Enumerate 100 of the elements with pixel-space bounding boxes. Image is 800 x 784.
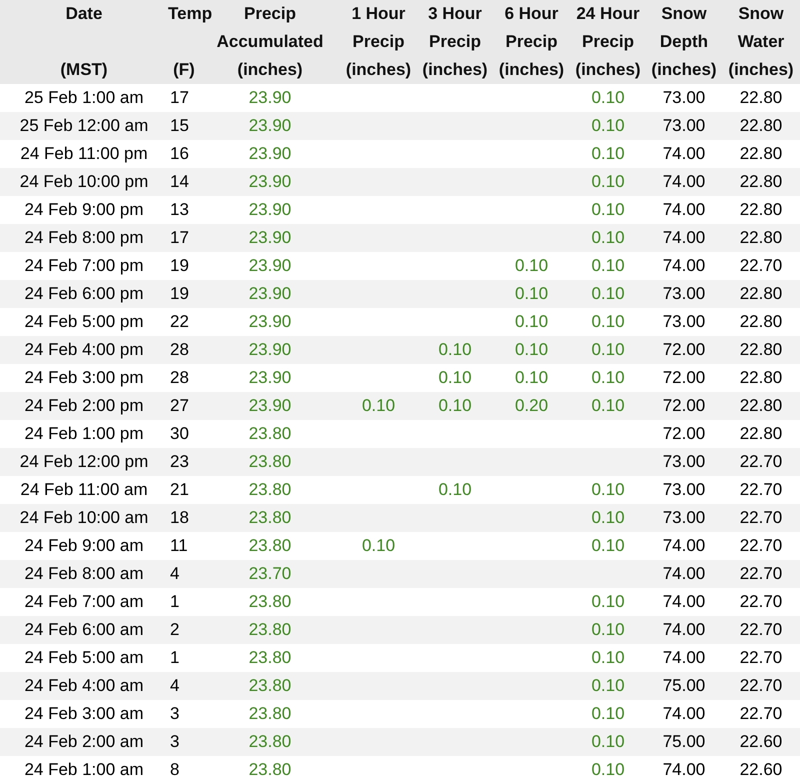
- column-header: Precip: [244, 4, 296, 23]
- table-cell: 0.10: [591, 760, 625, 779]
- table-cell: 73.00: [662, 284, 706, 303]
- table-cell: 73.00: [662, 116, 706, 135]
- table-cell: 0.10: [591, 340, 625, 359]
- table-cell: 22.80: [740, 340, 782, 359]
- table-cell: 23: [170, 452, 189, 471]
- table-cell: 24 Feb 11:00 am: [20, 480, 148, 499]
- table-cell: 24 Feb 7:00 am: [24, 592, 144, 611]
- table-cell: 23.90: [248, 172, 292, 191]
- table-cell: 22.80: [740, 116, 782, 135]
- table-cell: 22.80: [740, 396, 782, 415]
- table-cell: 72.00: [662, 340, 706, 359]
- table-cell: 11: [170, 536, 188, 555]
- table-cell: 22.70: [740, 536, 782, 555]
- table-cell: 0.10: [514, 284, 548, 303]
- table-cell: 0.10: [438, 340, 472, 359]
- table-cell: 72.00: [662, 368, 706, 387]
- table-cell: 73.00: [662, 452, 706, 471]
- table-cell: 72.00: [662, 396, 706, 415]
- table-cell: 22.70: [740, 592, 782, 611]
- table-cell: 28: [170, 340, 189, 359]
- column-header: Depth: [660, 32, 708, 51]
- table-cell: 23.80: [248, 592, 292, 611]
- table-cell: 23.90: [248, 368, 292, 387]
- table-cell: 0.10: [591, 676, 625, 695]
- table-cell: 22.80: [740, 368, 782, 387]
- table-cell: 0.10: [362, 396, 396, 415]
- table-cell: 24 Feb 3:00 pm: [24, 368, 144, 387]
- table-cell: 23.90: [248, 116, 292, 135]
- column-header: (inches): [498, 60, 564, 79]
- table-cell: 23.80: [248, 424, 292, 443]
- table-cell: 75.00: [662, 676, 706, 695]
- table-cell: 73.00: [662, 508, 706, 527]
- table-cell: 24 Feb 5:00 pm: [24, 312, 144, 331]
- table-cell: 24 Feb 8:00 am: [24, 564, 144, 583]
- table-cell: 0.10: [514, 256, 548, 275]
- table-cell: 24 Feb 11:00 pm: [20, 144, 148, 163]
- table-cell: 0.10: [591, 480, 625, 499]
- table-cell: 0.10: [438, 480, 472, 499]
- table-cell: 74.00: [662, 200, 706, 219]
- table-cell: 24 Feb 2:00 am: [24, 732, 144, 751]
- table-cell: 73.00: [662, 312, 706, 331]
- table-cell: 22.80: [740, 312, 782, 331]
- table-cell: 23.80: [248, 676, 292, 695]
- table-cell: 17: [170, 88, 189, 107]
- table-cell: 28: [170, 368, 189, 387]
- table-cell: 74.00: [662, 172, 706, 191]
- table-cell: 25 Feb 12:00 am: [20, 116, 148, 135]
- table-cell: 0.10: [591, 228, 625, 247]
- table-cell: 0.10: [362, 536, 396, 555]
- column-header: Accumulated: [216, 32, 324, 51]
- table-cell: 2: [170, 620, 180, 639]
- table-cell: 23.90: [248, 284, 292, 303]
- table-cell: 8: [170, 760, 180, 779]
- table-cell: 0.10: [591, 284, 625, 303]
- table-cell: 23.90: [248, 228, 292, 247]
- column-header: 6 Hour: [504, 4, 558, 23]
- column-header: (inches): [728, 60, 794, 79]
- table-cell: 24 Feb 6:00 pm: [24, 284, 144, 303]
- table-cell: 73.00: [662, 480, 706, 499]
- table-cell: 22.80: [740, 88, 782, 107]
- table-cell: 23.80: [248, 648, 292, 667]
- table-cell: 74.00: [662, 144, 706, 163]
- table-cell: 74.00: [662, 620, 706, 639]
- table-cell: 23.80: [248, 536, 292, 555]
- table-cell: 22.70: [740, 452, 782, 471]
- table-cell: 74.00: [662, 592, 706, 611]
- table-cell: 25 Feb 1:00 am: [24, 88, 144, 107]
- table-cell: 24 Feb 10:00 pm: [20, 172, 148, 191]
- table-cell: 1: [170, 648, 180, 667]
- table-cell: 0.10: [591, 620, 625, 639]
- column-header: (inches): [237, 60, 303, 79]
- table-cell: 24 Feb 12:00 pm: [20, 452, 148, 471]
- table-cell: 30: [170, 424, 189, 443]
- column-header: Snow: [738, 4, 784, 23]
- table-cell: 0.10: [438, 368, 472, 387]
- table-cell: 22.80: [740, 144, 782, 163]
- table-cell: 24 Feb 8:00 pm: [24, 228, 144, 247]
- column-header: (inches): [422, 60, 488, 79]
- table-cell: 24 Feb 4:00 pm: [24, 340, 144, 359]
- table-cell: 22.70: [740, 620, 782, 639]
- table-cell: 24 Feb 6:00 am: [24, 620, 144, 639]
- table-cell: 0.10: [514, 312, 548, 331]
- table-cell: 22.80: [740, 200, 782, 219]
- table-cell: 24 Feb 2:00 pm: [24, 396, 144, 415]
- table-cell: 0.10: [591, 536, 625, 555]
- table-cell: 23.80: [248, 480, 292, 499]
- table-cell: 24 Feb 1:00 pm: [24, 424, 144, 443]
- column-header: Precip: [352, 32, 404, 51]
- column-header: 24 Hour: [576, 4, 640, 23]
- table-cell: 0.10: [591, 508, 625, 527]
- table-cell: 21: [170, 480, 189, 499]
- table-cell: 18: [170, 508, 189, 527]
- column-header: Temp: [168, 4, 212, 23]
- table-cell: 22.70: [740, 256, 782, 275]
- table-cell: 1: [170, 592, 180, 611]
- table-cell: 23.80: [248, 732, 292, 751]
- table-cell: 75.00: [662, 732, 706, 751]
- column-header: (inches): [346, 60, 412, 79]
